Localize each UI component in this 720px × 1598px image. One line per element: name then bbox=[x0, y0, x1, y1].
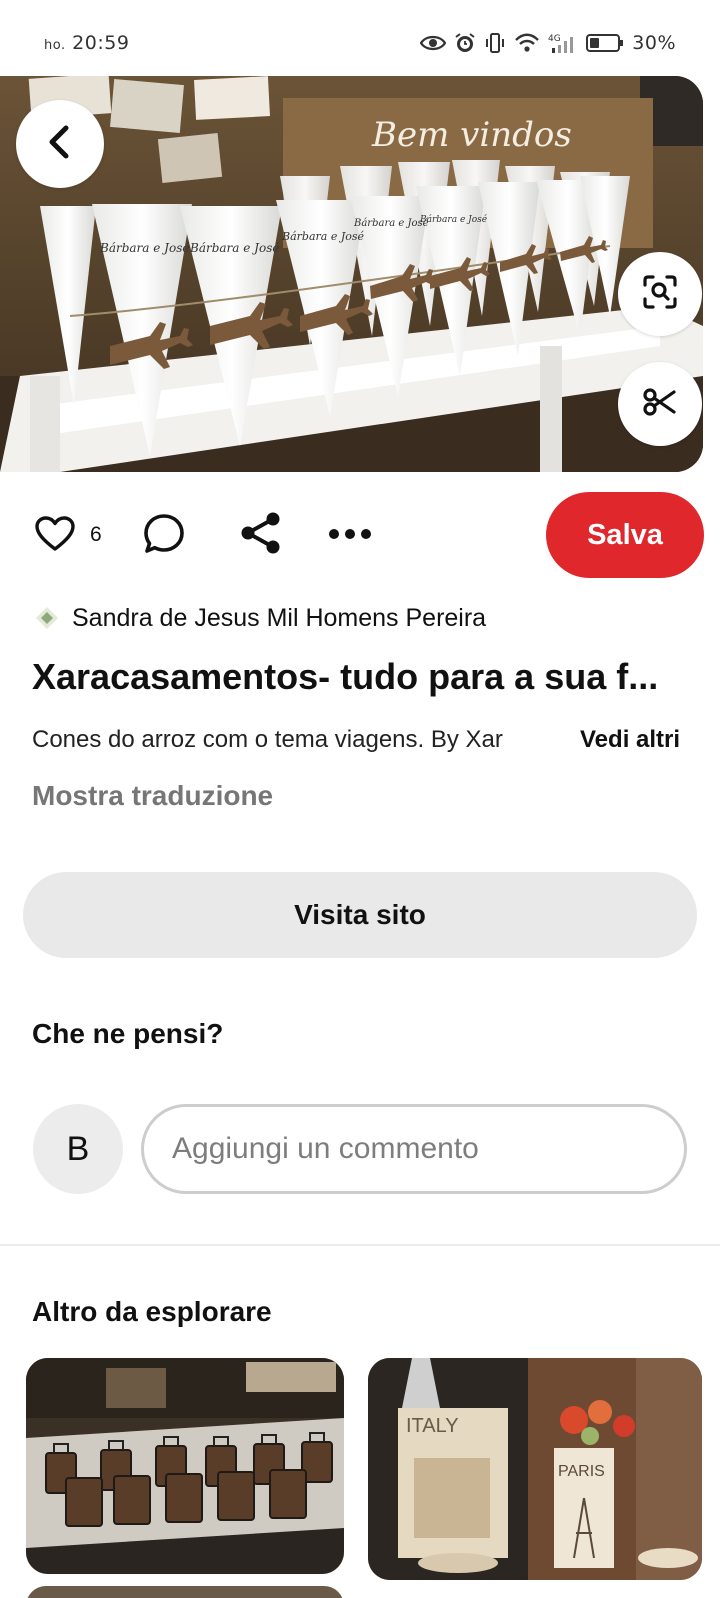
cone-label-5: Bárbara e José bbox=[419, 214, 488, 225]
battery-percent: 30% bbox=[632, 32, 676, 54]
thumb-label-paris: PARIS bbox=[558, 1463, 605, 1480]
visual-search-icon bbox=[642, 274, 678, 315]
svg-text:4G: 4G bbox=[548, 34, 561, 44]
vibrate-icon bbox=[484, 32, 506, 54]
action-bar: 6 Salva bbox=[0, 490, 720, 578]
signal-4g-icon: 4G bbox=[548, 32, 578, 54]
author-name[interactable]: Sandra de Jesus Mil Homens Pereira bbox=[72, 604, 486, 633]
pin-title: Xaracasamentos- tudo para a sua f... bbox=[32, 656, 659, 697]
comment-icon[interactable] bbox=[142, 512, 186, 556]
comments-heading: Che ne pensi? bbox=[32, 1018, 224, 1049]
cone-label-3: Bárbara e José bbox=[281, 230, 364, 243]
divider bbox=[0, 1244, 720, 1246]
scissors-icon bbox=[643, 387, 677, 422]
like-count: 6 bbox=[90, 523, 102, 546]
related-pin-2-image: ITALY PARIS bbox=[368, 1358, 702, 1580]
status-time: ho. 20:59 bbox=[44, 32, 129, 54]
show-translation-link[interactable]: Mostra traduzione bbox=[32, 780, 273, 812]
crop-button[interactable] bbox=[618, 362, 702, 446]
comment-composer: B bbox=[33, 1104, 693, 1194]
visit-site-button[interactable]: Visita sito bbox=[23, 872, 697, 958]
carrier-label: ho. bbox=[44, 38, 66, 53]
sign-text: Bem vindos bbox=[371, 115, 572, 155]
comment-input[interactable] bbox=[141, 1104, 687, 1194]
save-button[interactable]: Salva bbox=[546, 492, 704, 578]
back-arrow-icon bbox=[45, 125, 75, 164]
cone-label-2: Bárbara e José bbox=[189, 241, 279, 255]
explore-heading: Altro da esplorare bbox=[32, 1296, 272, 1327]
see-more-link[interactable]: Vedi altri bbox=[580, 726, 680, 754]
related-pin-3-peek[interactable] bbox=[26, 1586, 344, 1598]
author-avatar bbox=[34, 605, 60, 631]
heart-icon[interactable] bbox=[34, 514, 76, 554]
eye-icon bbox=[420, 34, 447, 52]
description-fade bbox=[516, 722, 566, 758]
related-pin-1[interactable] bbox=[26, 1358, 344, 1574]
related-pin-1-image bbox=[26, 1358, 344, 1574]
more-icon[interactable] bbox=[326, 512, 374, 556]
status-icons: 4G 30% bbox=[420, 30, 676, 56]
cone-label-4: Bárbara e José bbox=[353, 218, 429, 229]
battery-icon bbox=[586, 32, 624, 54]
author-row[interactable]: Sandra de Jesus Mil Homens Pereira bbox=[34, 600, 486, 636]
wifi-icon bbox=[514, 32, 540, 54]
clock: 20:59 bbox=[72, 32, 130, 54]
share-icon[interactable] bbox=[238, 510, 284, 556]
visual-search-button[interactable] bbox=[618, 252, 702, 336]
alarm-icon bbox=[454, 32, 476, 54]
pin-image[interactable]: Bem vindos Bárbara e José Bárbara e José… bbox=[0, 76, 703, 472]
avatar[interactable]: B bbox=[33, 1104, 123, 1194]
cone-label-1: Bárbara e José bbox=[99, 241, 189, 255]
status-bar: ho. 20:59 4G 30% bbox=[0, 0, 720, 76]
back-button[interactable] bbox=[16, 100, 104, 188]
pin-description: Cones do arroz com o tema viagens. By Xa… bbox=[32, 726, 503, 753]
pin-image-scene: Bem vindos Bárbara e José Bárbara e José… bbox=[0, 76, 703, 472]
thumb-label-italy: ITALY bbox=[406, 1415, 459, 1437]
related-pin-2[interactable]: ITALY PARIS bbox=[368, 1358, 702, 1580]
